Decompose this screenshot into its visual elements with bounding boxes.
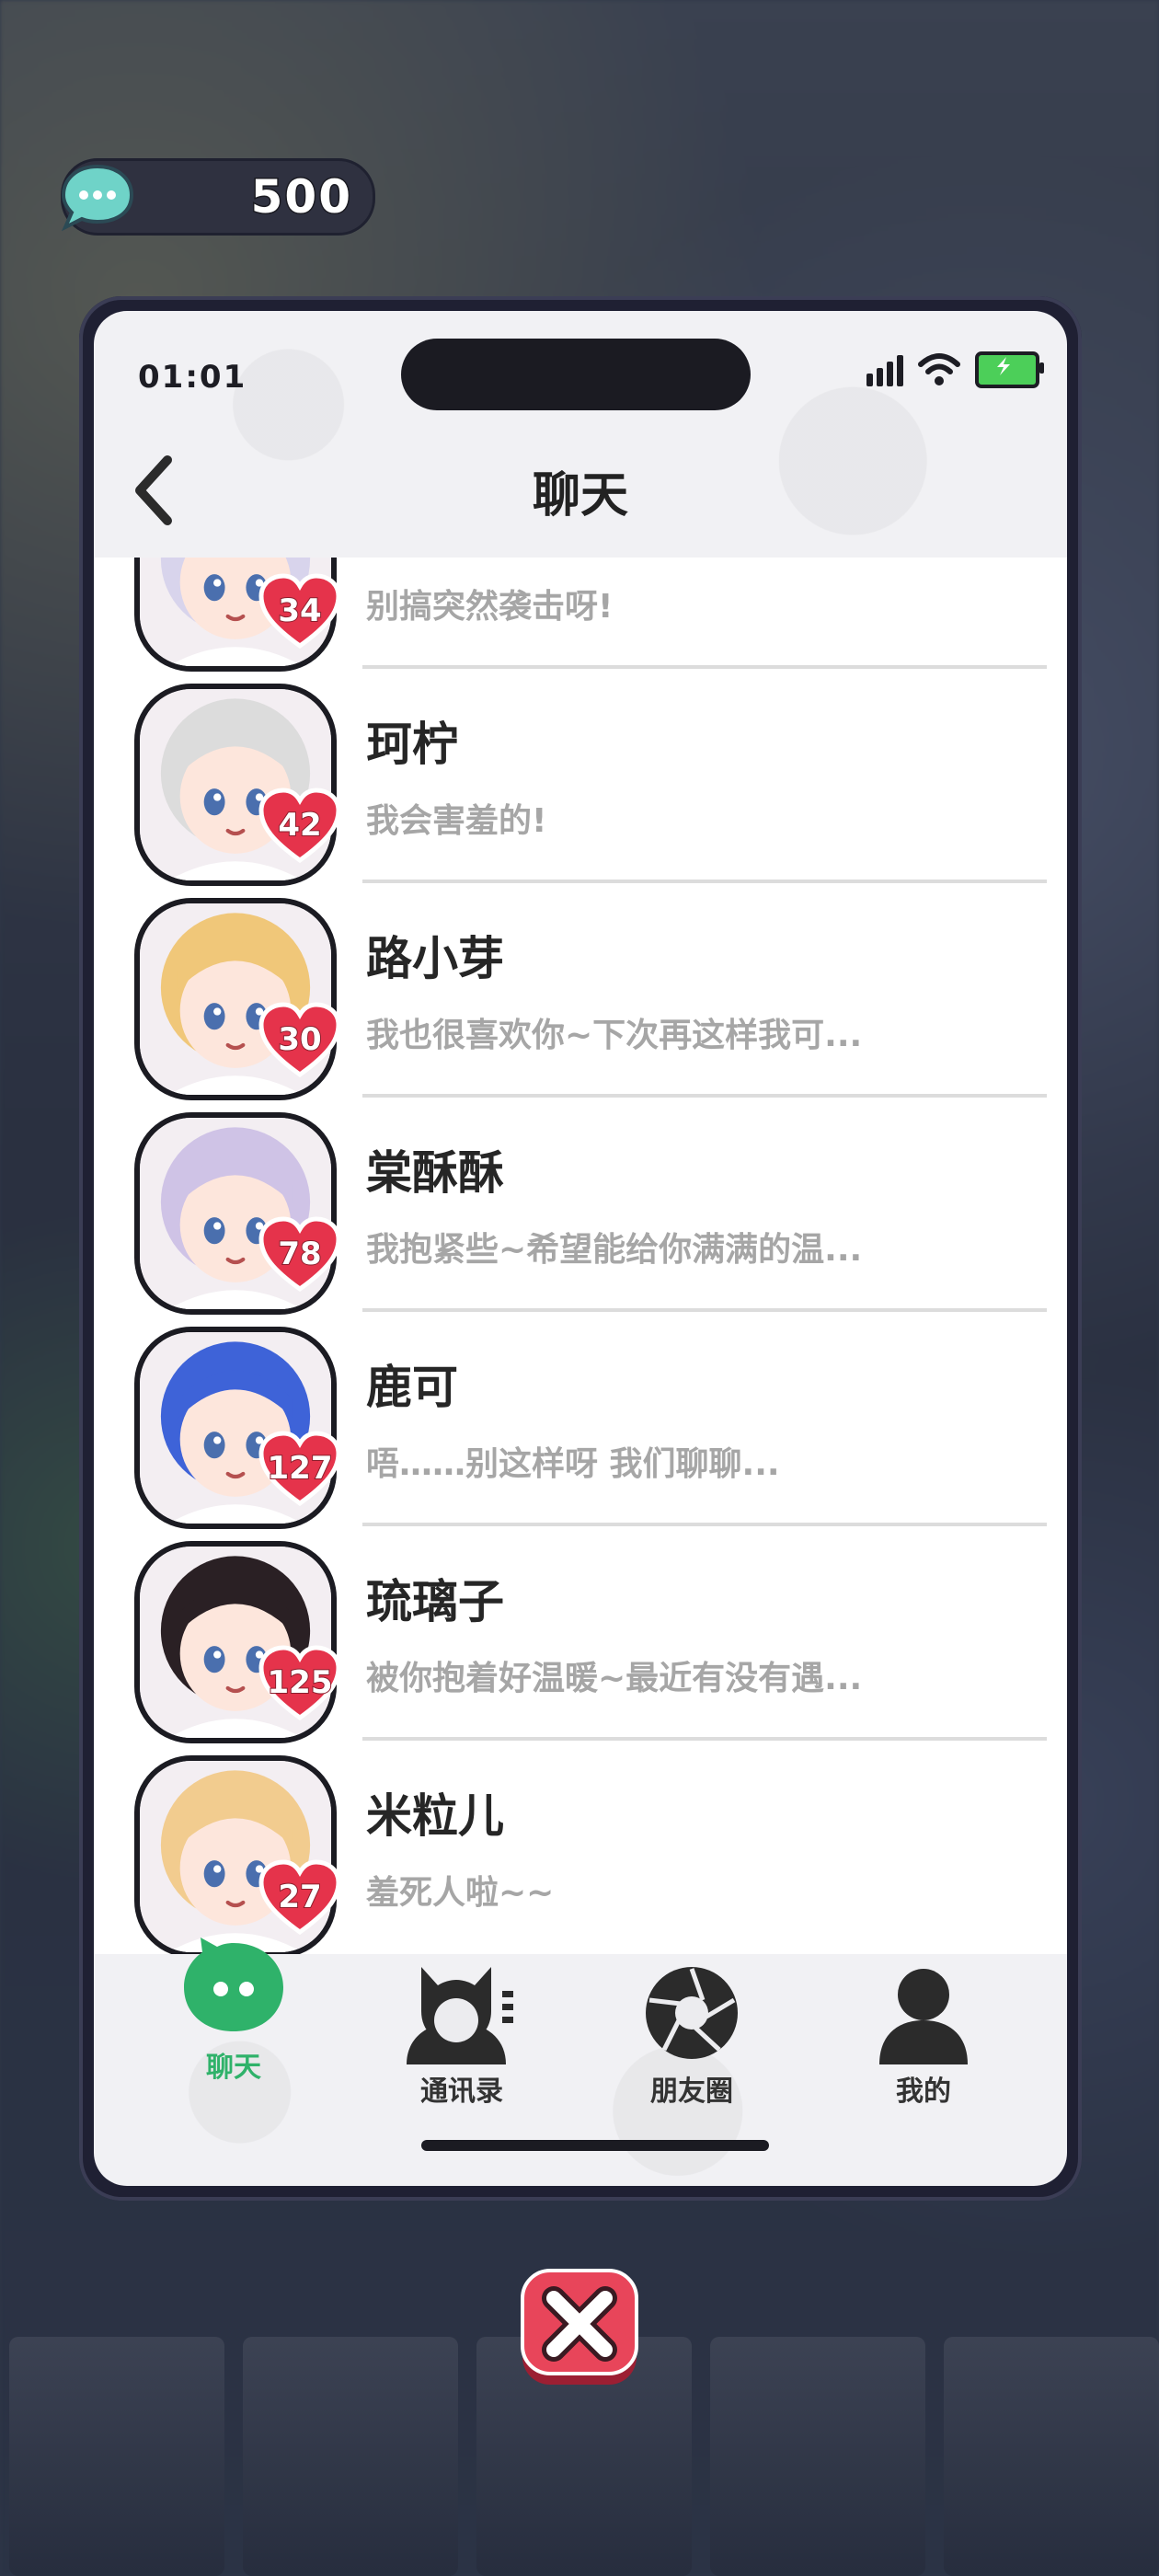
- message-preview: 我抱紧些~希望能给你满满的温...: [366, 1231, 863, 1269]
- message-preview: 羞死人啦~~: [366, 1874, 555, 1912]
- tab-label: 聊天: [206, 2052, 261, 2084]
- contacts-icon: [407, 1967, 513, 2064]
- affection-level: 125: [267, 1663, 334, 1702]
- tab-profile[interactable]: 我的: [822, 1954, 1025, 2138]
- tab-label: 通讯录: [420, 2076, 503, 2108]
- tab-label: 朋友圈: [650, 2076, 733, 2108]
- tab-contacts[interactable]: 通讯录: [361, 1954, 563, 2138]
- tab-label: 我的: [896, 2076, 951, 2108]
- chat-list-item[interactable]: 42 珂柠 我会害羞的!: [94, 669, 1067, 886]
- tab-chat[interactable]: 聊天: [132, 1938, 335, 2138]
- chat-list-item[interactable]: 127 鹿可 唔……别这样呀 我们聊聊...: [94, 1312, 1067, 1529]
- chat-bubble-coin-icon: [61, 164, 134, 232]
- phone-screen: 01:01 聊天 34 别搞突然袭击呀! 42 珂柠 我会害羞的! 30 路小芽…: [94, 311, 1067, 2186]
- currency-value: 500: [249, 169, 352, 225]
- message-preview: 别搞突然袭击呀!: [366, 588, 614, 626]
- home-indicator: [421, 2140, 769, 2151]
- status-time: 01:01: [138, 359, 247, 396]
- chat-list-item[interactable]: 125 琉璃子 被你抱着好温暖~最近有没有遇...: [94, 1526, 1067, 1743]
- contact-name: 棠酥酥: [366, 1146, 504, 1200]
- currency-counter: 500: [61, 158, 375, 236]
- contact-name: 路小芽: [366, 932, 504, 985]
- chat-list-item[interactable]: 78 棠酥酥 我抱紧些~希望能给你满满的温...: [94, 1098, 1067, 1315]
- message-preview: 唔……别这样呀 我们聊聊...: [366, 1445, 780, 1483]
- contact-name: 珂柠: [366, 718, 458, 771]
- message-preview: 被你抱着好温暖~最近有没有遇...: [366, 1660, 863, 1697]
- wifi-icon: [918, 353, 960, 385]
- chat-icon: [184, 1938, 283, 2031]
- chat-list-item[interactable]: 34 别搞突然袭击呀!: [94, 558, 1067, 672]
- affection-level: 34: [277, 592, 322, 630]
- affection-level: 78: [277, 1235, 322, 1273]
- signal-icon: [866, 353, 903, 386]
- message-preview: 我也很喜欢你~下次再这样我可...: [366, 1017, 863, 1054]
- dynamic-island: [401, 339, 751, 410]
- bottom-tab-bar: 聊天 通讯录 朋友圈 我的: [94, 1938, 1067, 2186]
- chat-list-item[interactable]: 30 路小芽 我也很喜欢你~下次再这样我可...: [94, 883, 1067, 1100]
- affection-level: 127: [267, 1449, 334, 1488]
- chat-list[interactable]: 34 别搞突然袭击呀! 42 珂柠 我会害羞的! 30 路小芽 我也很喜欢你~下…: [94, 558, 1067, 1954]
- contact-name: 鹿可: [366, 1361, 458, 1414]
- affection-level: 30: [277, 1020, 322, 1059]
- affection-level: 42: [277, 806, 322, 845]
- message-preview: 我会害羞的!: [366, 802, 547, 840]
- close-button[interactable]: [515, 2265, 644, 2390]
- moments-aperture-icon: [646, 1967, 738, 2059]
- contact-name: 米粒儿: [366, 1789, 504, 1843]
- phone-frame: 01:01 聊天 34 别搞突然袭击呀! 42 珂柠 我会害羞的! 30 路小芽…: [79, 296, 1082, 2201]
- battery-icon: [975, 351, 1044, 388]
- chat-list-item[interactable]: 27 米粒儿 羞死人啦~~: [94, 1741, 1067, 1954]
- tab-moments[interactable]: 朋友圈: [591, 1954, 793, 2138]
- contact-name: 琉璃子: [366, 1575, 504, 1628]
- profile-icon: [879, 1969, 968, 2064]
- status-icons: [866, 351, 1044, 388]
- affection-level: 27: [277, 1878, 322, 1916]
- page-title: 聊天: [532, 468, 628, 523]
